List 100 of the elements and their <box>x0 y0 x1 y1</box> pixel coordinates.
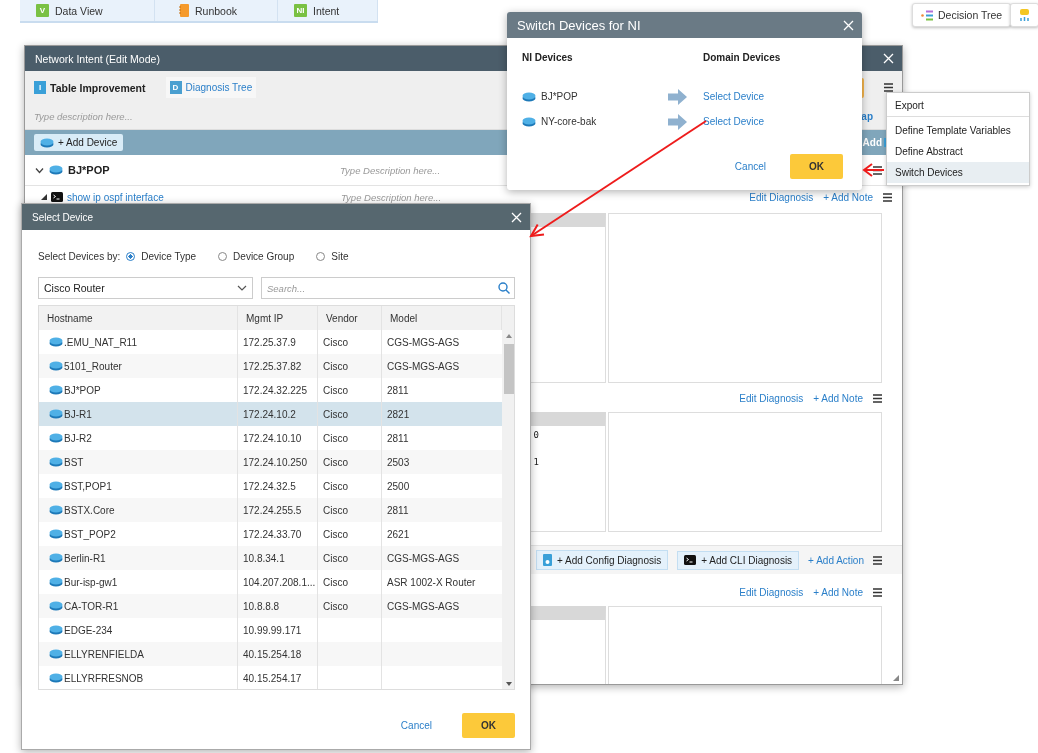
add-action-link[interactable]: + Add Action <box>808 554 864 566</box>
nav-tab[interactable]: NI Intent <box>278 0 378 21</box>
close-icon[interactable] <box>511 211 522 223</box>
menu-icon[interactable] <box>873 555 882 565</box>
description-field[interactable]: Type description here... <box>34 111 334 122</box>
radio-button[interactable] <box>126 251 136 261</box>
menu-item[interactable]: Switch Devices <box>887 162 1029 183</box>
table-cell: 10.8.8.8 <box>238 594 318 618</box>
output-text: 1 <box>533 457 539 467</box>
menu-icon[interactable] <box>873 393 882 403</box>
toolbar-button[interactable]: Decision Tree <box>912 3 1012 27</box>
hostname-cell[interactable]: BJ-R1 <box>39 402 238 426</box>
app-icon: NI <box>294 4 307 17</box>
chevron-icon[interactable] <box>35 165 44 175</box>
command-link[interactable]: show ip ospf interface <box>67 191 337 203</box>
map-link[interactable]: ap <box>861 111 873 122</box>
add-note-link[interactable]: + Add Note <box>813 392 863 404</box>
menu-icon[interactable] <box>873 165 882 175</box>
hostname-cell[interactable]: BJ-R2 <box>39 426 238 450</box>
column-heading: Domain Devices <box>703 52 782 65</box>
add-cli-diagnosis-button[interactable]: + Add CLI Diagnosis <box>677 550 800 570</box>
table-cell-text: CGS-MGS-AGS <box>386 551 461 566</box>
menu-item[interactable]: Define Template Variables <box>887 120 1029 141</box>
scroll-thumb[interactable] <box>504 344 514 394</box>
search-icon[interactable] <box>498 282 510 294</box>
hostname-cell[interactable]: BSTX.Core <box>39 498 238 522</box>
column-header[interactable]: Vendor <box>318 306 382 330</box>
search-field[interactable]: Search... <box>261 277 515 299</box>
resize-grip-icon[interactable] <box>893 675 899 681</box>
column-header[interactable]: Model <box>382 306 502 330</box>
hostname-cell[interactable]: BST <box>39 450 238 474</box>
hostname-cell[interactable]: .EMU_NAT_R11 <box>39 330 238 354</box>
column-header[interactable]: Mgmt IP <box>238 306 318 330</box>
hostname-cell[interactable]: Bur-isp-gw1 <box>39 570 238 594</box>
table-cell-text: CGS-MGS-AGS <box>386 335 461 350</box>
triangle-icon[interactable] <box>41 194 47 200</box>
hostname-cell[interactable]: BST_POP2 <box>39 522 238 546</box>
table-cell-text: 2811 <box>386 431 410 446</box>
table-cell-text: CGS-MGS-AGS <box>386 359 461 374</box>
hostname-cell[interactable]: ELLYRFRESNOB <box>39 666 238 689</box>
menu-item[interactable]: Export <box>887 95 1029 117</box>
add-device-button[interactable]: + Add Device <box>34 134 124 151</box>
window-title: Network Intent (Edit Mode) <box>35 52 160 65</box>
table-cell: 172.24.10.2 <box>238 402 318 426</box>
scrollbar[interactable] <box>502 306 514 689</box>
select-device-link[interactable]: Select Device <box>703 116 765 127</box>
cancel-link[interactable]: Cancel <box>734 161 766 172</box>
edit-diagnosis-link[interactable]: Edit Diagnosis <box>739 392 804 404</box>
hostname-cell[interactable]: ELLYRENFIELDA <box>39 642 238 666</box>
description-field[interactable]: Type Description here... <box>340 164 540 176</box>
hostname-cell[interactable]: CA-TOR-R1 <box>39 594 238 618</box>
hostname-cell[interactable]: BST,POP1 <box>39 474 238 498</box>
router-icon <box>49 577 63 587</box>
cancel-link[interactable]: Cancel <box>400 720 432 731</box>
close-icon[interactable] <box>883 53 894 64</box>
table-cell: Cisco <box>318 402 382 426</box>
table-cell: 40.15.254.17 <box>238 666 318 689</box>
menu-item[interactable]: Define Abstract <box>887 141 1029 162</box>
select-device-link[interactable]: Select Device <box>703 91 765 102</box>
column-header[interactable]: Hostname <box>39 306 238 330</box>
view-tab[interactable]: D Diagnosis Tree <box>165 77 257 98</box>
radio-button[interactable] <box>316 251 326 261</box>
menu-icon[interactable] <box>873 587 882 597</box>
nav-tab[interactable]: Runbook <box>155 0 278 21</box>
table-cell: 172.24.10.10 <box>238 426 318 450</box>
hostname-cell[interactable]: 5101_Router <box>39 354 238 378</box>
router-icon <box>522 91 536 102</box>
edit-diagnosis-link[interactable]: Edit Diagnosis <box>749 191 814 203</box>
add-config-diagnosis-button[interactable]: + Add Config Diagnosis <box>536 550 669 570</box>
ok-button[interactable]: OK <box>462 713 515 738</box>
hostname-cell[interactable]: EDGE-234 <box>39 618 238 642</box>
nav-tab[interactable]: V Data View <box>20 0 155 21</box>
scroll-down-icon[interactable] <box>506 682 512 686</box>
router-icon <box>49 481 63 491</box>
router-icon <box>49 625 63 635</box>
table-cell-text: 2503 <box>386 455 411 470</box>
device-type-dropdown[interactable]: Cisco Router <box>38 277 253 299</box>
chevron-down-icon <box>237 285 247 291</box>
router-icon <box>49 361 63 371</box>
hostname-cell[interactable]: Berlin-R1 <box>39 546 238 570</box>
output-text: 0 <box>533 430 539 440</box>
radio-label: Device Type <box>141 250 197 262</box>
ok-button[interactable]: OK <box>790 154 843 179</box>
close-icon[interactable] <box>843 19 854 31</box>
router-icon <box>49 165 63 175</box>
menu-icon[interactable] <box>884 83 893 92</box>
description-field[interactable]: Type Description here... <box>341 191 541 203</box>
add-note-link[interactable]: + Add Note <box>813 586 863 598</box>
router-icon <box>49 553 63 563</box>
radio-button[interactable] <box>218 251 228 261</box>
device-name: BJ*POP <box>541 91 578 102</box>
menu-icon[interactable] <box>883 192 892 202</box>
table-cell-text: 2811 <box>386 503 410 518</box>
table-cell: Cisco <box>318 570 382 594</box>
add-note-link[interactable]: + Add Note <box>823 191 873 203</box>
table-cell: Cisco <box>318 498 382 522</box>
table-cell: Cisco <box>318 426 382 450</box>
scroll-up-icon[interactable] <box>506 334 512 338</box>
config-icon <box>543 554 552 566</box>
edit-diagnosis-link[interactable]: Edit Diagnosis <box>739 586 804 598</box>
